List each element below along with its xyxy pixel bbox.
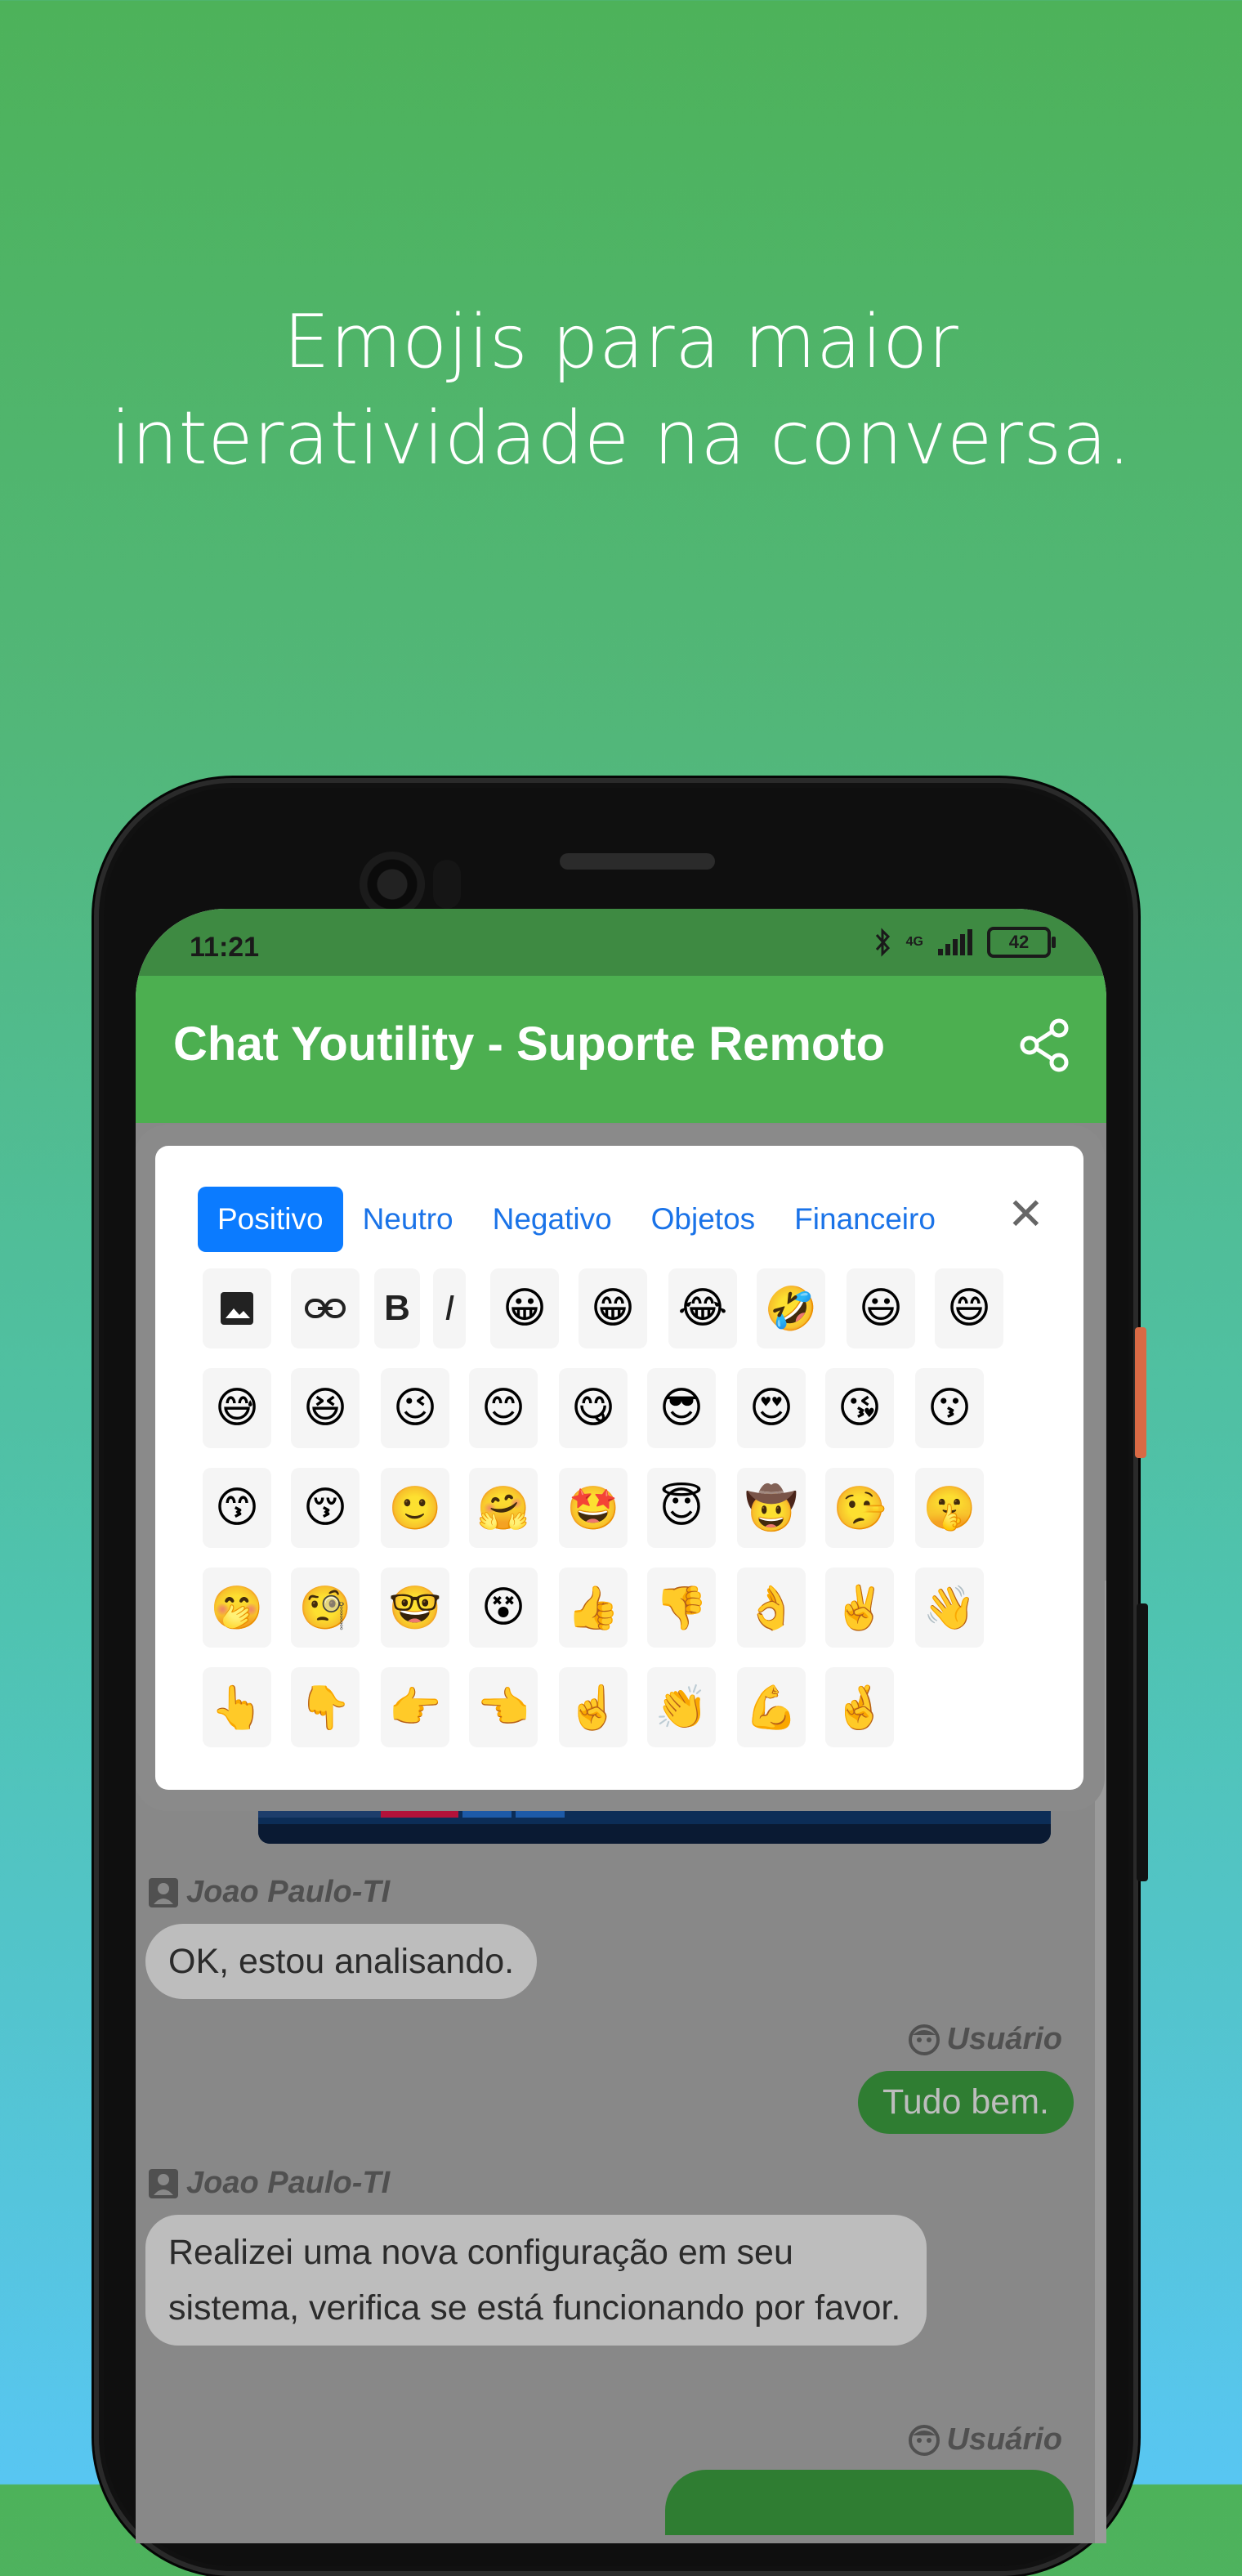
share-icon[interactable] [1016,1017,1074,1074]
bold-button[interactable]: B [374,1268,420,1348]
status-bar: 11:21 4G 42 [136,909,1106,976]
screenshot-taskbar [258,1824,1051,1844]
close-icon[interactable]: ✕ [1007,1188,1044,1240]
emoji-cell[interactable]: 😀 [490,1268,559,1348]
emoji-cell[interactable]: 🤫 [915,1468,984,1548]
app-title: Chat Youtility - Suporte Remoto [173,1017,886,1071]
scrollbar[interactable] [1095,1581,1106,2543]
user-face-icon [908,2024,940,2055]
emoji-cell[interactable]: 😊 [469,1368,538,1448]
sender-name: Joao Paulo-TI [186,2166,391,2200]
message-bubble: OK, estou analisando. [145,1924,538,1999]
promo-line-2: interatividade na conversa. [110,396,1132,481]
emoji-cell[interactable]: 🤥 [825,1468,894,1548]
link-icon [305,1299,346,1318]
status-icons: 4G 42 [873,927,1056,958]
emoji-cell[interactable]: ☝️ [559,1667,628,1747]
emoji-cell[interactable]: 👌 [737,1568,806,1648]
tab-positivo[interactable]: Positivo [198,1187,343,1252]
promo-line-1: Emojis para maior [283,299,959,385]
emoji-cell[interactable]: 😁 [579,1268,647,1348]
battery-level: 42 [1008,932,1030,952]
emoji-cell[interactable]: 😂 [668,1268,737,1348]
emoji-cell[interactable]: 👉 [381,1667,449,1747]
user-face-icon [908,2424,940,2456]
emoji-cell[interactable]: 😘 [825,1368,894,1448]
message-bubble-partial [665,2470,1074,2535]
tab-financeiro[interactable]: Financeiro [775,1187,955,1252]
insert-image-button[interactable] [203,1268,271,1348]
insert-link-button[interactable] [291,1268,360,1348]
emoji-picker: Positivo Neutro Negativo Objetos Finance… [155,1146,1083,1790]
emoji-cell[interactable]: 🤗 [469,1468,538,1548]
emoji-cell[interactable]: 👏 [647,1667,716,1747]
emoji-cell[interactable]: 😅 [203,1368,271,1448]
emoji-cell[interactable]: 😄 [935,1268,1003,1348]
image-icon [221,1292,253,1325]
emoji-cell[interactable]: 😇 [647,1468,716,1548]
emoji-cell[interactable]: 🤓 [381,1568,449,1648]
message-sender: Usuário [908,2022,1062,2057]
emoji-cell[interactable]: 😚 [291,1468,360,1548]
sender-name: Usuário [946,2022,1062,2056]
emoji-cell[interactable]: 👈 [469,1667,538,1747]
emoji-cell[interactable]: 😍 [737,1368,806,1448]
sensor [433,860,461,909]
emoji-cell[interactable]: 👇 [291,1667,360,1747]
tab-neutro[interactable]: Neutro [343,1187,473,1252]
emoji-tabs: Positivo Neutro Negativo Objetos Finance… [198,1187,955,1252]
emoji-cell[interactable]: 👆 [203,1667,271,1747]
emoji-cell[interactable]: ✌️ [825,1568,894,1648]
network-type: 4G [905,935,923,949]
emoji-cell[interactable]: 💪 [737,1667,806,1747]
contact-icon [149,1877,178,1907]
emoji-cell[interactable]: 👋 [915,1568,984,1648]
emoji-cell[interactable]: 🤞 [825,1667,894,1747]
emoji-cell[interactable]: 😙 [203,1468,271,1548]
message-sender: Usuário [908,2422,1062,2457]
volume-button [1137,1603,1148,1881]
emoji-cell[interactable]: 🤠 [737,1468,806,1548]
app-bar: Chat Youtility - Suporte Remoto [136,976,1106,1123]
italic-button[interactable]: I [433,1268,466,1348]
emoji-cell[interactable]: 🤭 [203,1568,271,1648]
emoji-cell[interactable]: 🧐 [291,1568,360,1648]
bluetooth-icon [875,928,890,957]
emoji-cell[interactable]: 😃 [847,1268,915,1348]
emoji-cell[interactable]: 😋 [559,1368,628,1448]
status-time: 11:21 [190,932,260,963]
emoji-cell[interactable]: 😉 [381,1368,449,1448]
emoji-cell[interactable]: 🤩 [559,1468,628,1548]
emoji-cell[interactable]: 🤣 [757,1268,825,1348]
message-bubble: Realizei uma nova configuração em seu si… [145,2215,927,2346]
tab-negativo[interactable]: Negativo [473,1187,632,1252]
emoji-cell[interactable]: 😆 [291,1368,360,1448]
emoji-cell[interactable]: 😎 [647,1368,716,1448]
promo-headline: Emojis para maior interatividade na conv… [0,294,1242,487]
phone-screen: 11:21 4G 42 Chat Youtility - Suporte Rem… [136,909,1106,2543]
emoji-cell[interactable]: 😗 [915,1368,984,1448]
message-sender: Joao Paulo-TI [147,1875,390,1910]
emoji-cell[interactable]: 👎 [647,1568,716,1648]
emoji-cell[interactable]: 😵 [469,1568,538,1648]
signal-icon [938,929,972,955]
contact-icon [149,2168,178,2198]
power-button [1135,1327,1146,1458]
sender-name: Joao Paulo-TI [186,1875,391,1909]
emoji-cell[interactable]: 🙂 [381,1468,449,1548]
tab-objetos[interactable]: Objetos [632,1187,775,1252]
emoji-cell[interactable]: 👍 [559,1568,628,1648]
message-bubble: Tudo bem. [858,2071,1074,2134]
speaker-grille [560,853,715,870]
camera-icon [360,852,425,917]
network-label: 4G [905,935,923,949]
message-sender: Joao Paulo-TI [147,2166,390,2201]
sender-name: Usuário [946,2422,1062,2457]
battery-icon: 42 [987,927,1056,958]
